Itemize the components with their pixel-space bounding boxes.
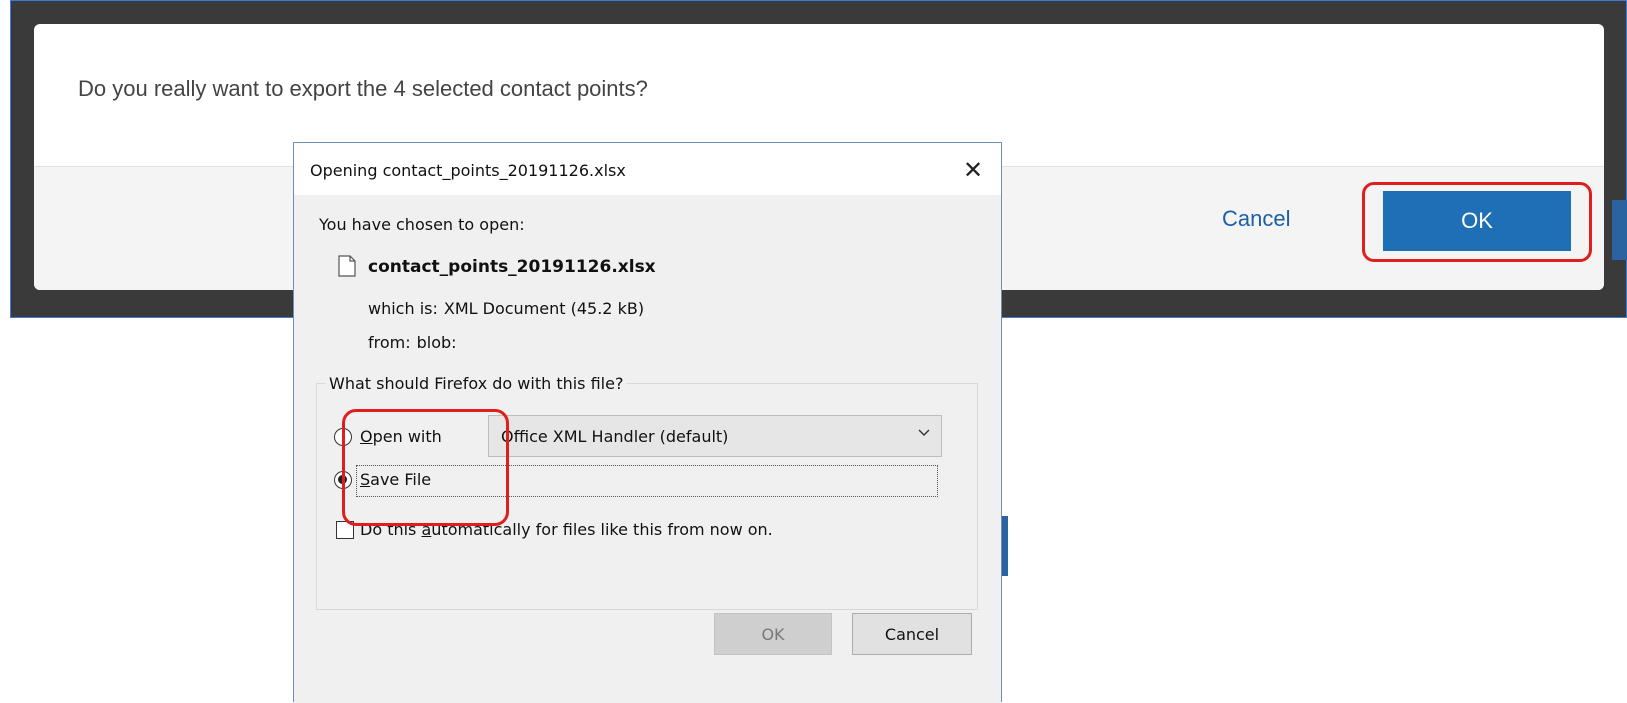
chosen-label: You have chosen to open: <box>319 215 525 234</box>
save-file-label[interactable]: Save File <box>360 470 431 489</box>
open-with-select[interactable]: Office XML Handler (default) <box>488 415 942 457</box>
file-name: contact_points_20191126.xlsx <box>368 257 656 277</box>
confirm-question: Do you really want to export the 4 selec… <box>78 76 648 101</box>
file-type-value: XML Document (45.2 kB) <box>443 299 645 318</box>
open-with-label[interactable]: Open with <box>360 427 442 446</box>
file-icon <box>338 255 356 277</box>
open-with-radio[interactable] <box>334 428 352 446</box>
close-icon[interactable]: ✕ <box>958 155 988 185</box>
modal-ok-button[interactable]: OK <box>1383 191 1571 251</box>
file-source-value: blob: <box>416 333 457 352</box>
file-type-row: which is: XML Document (45.2 kB) <box>368 299 644 318</box>
save-file-label-rest: ave File <box>370 470 432 489</box>
dialog-cancel-button[interactable]: Cancel <box>852 613 972 655</box>
save-file-radio[interactable] <box>334 471 352 489</box>
file-source-row: from: blob: <box>368 333 457 352</box>
background-edge <box>1612 200 1627 260</box>
auto-label[interactable]: Do this automatically for files like thi… <box>360 520 773 539</box>
open-with-selected: Office XML Handler (default) <box>501 427 729 446</box>
which-is-label: which is: <box>368 299 438 318</box>
action-group-legend: What should Firefox do with this file? <box>325 374 628 393</box>
dialog-title: Opening contact_points_20191126.xlsx <box>310 161 626 180</box>
firefox-download-dialog: Opening contact_points_20191126.xlsx ✕ Y… <box>293 142 1002 703</box>
chevron-down-icon <box>917 424 931 443</box>
auto-checkbox[interactable] <box>336 521 354 539</box>
open-with-label-rest: pen with <box>372 427 442 446</box>
from-label: from: <box>368 333 411 352</box>
dialog-body: You have chosen to open: contact_points_… <box>294 195 1001 703</box>
modal-cancel-button[interactable]: Cancel <box>1222 206 1290 232</box>
dialog-ok-button[interactable]: OK <box>714 613 832 655</box>
dialog-titlebar[interactable]: Opening contact_points_20191126.xlsx ✕ <box>294 143 1001 195</box>
